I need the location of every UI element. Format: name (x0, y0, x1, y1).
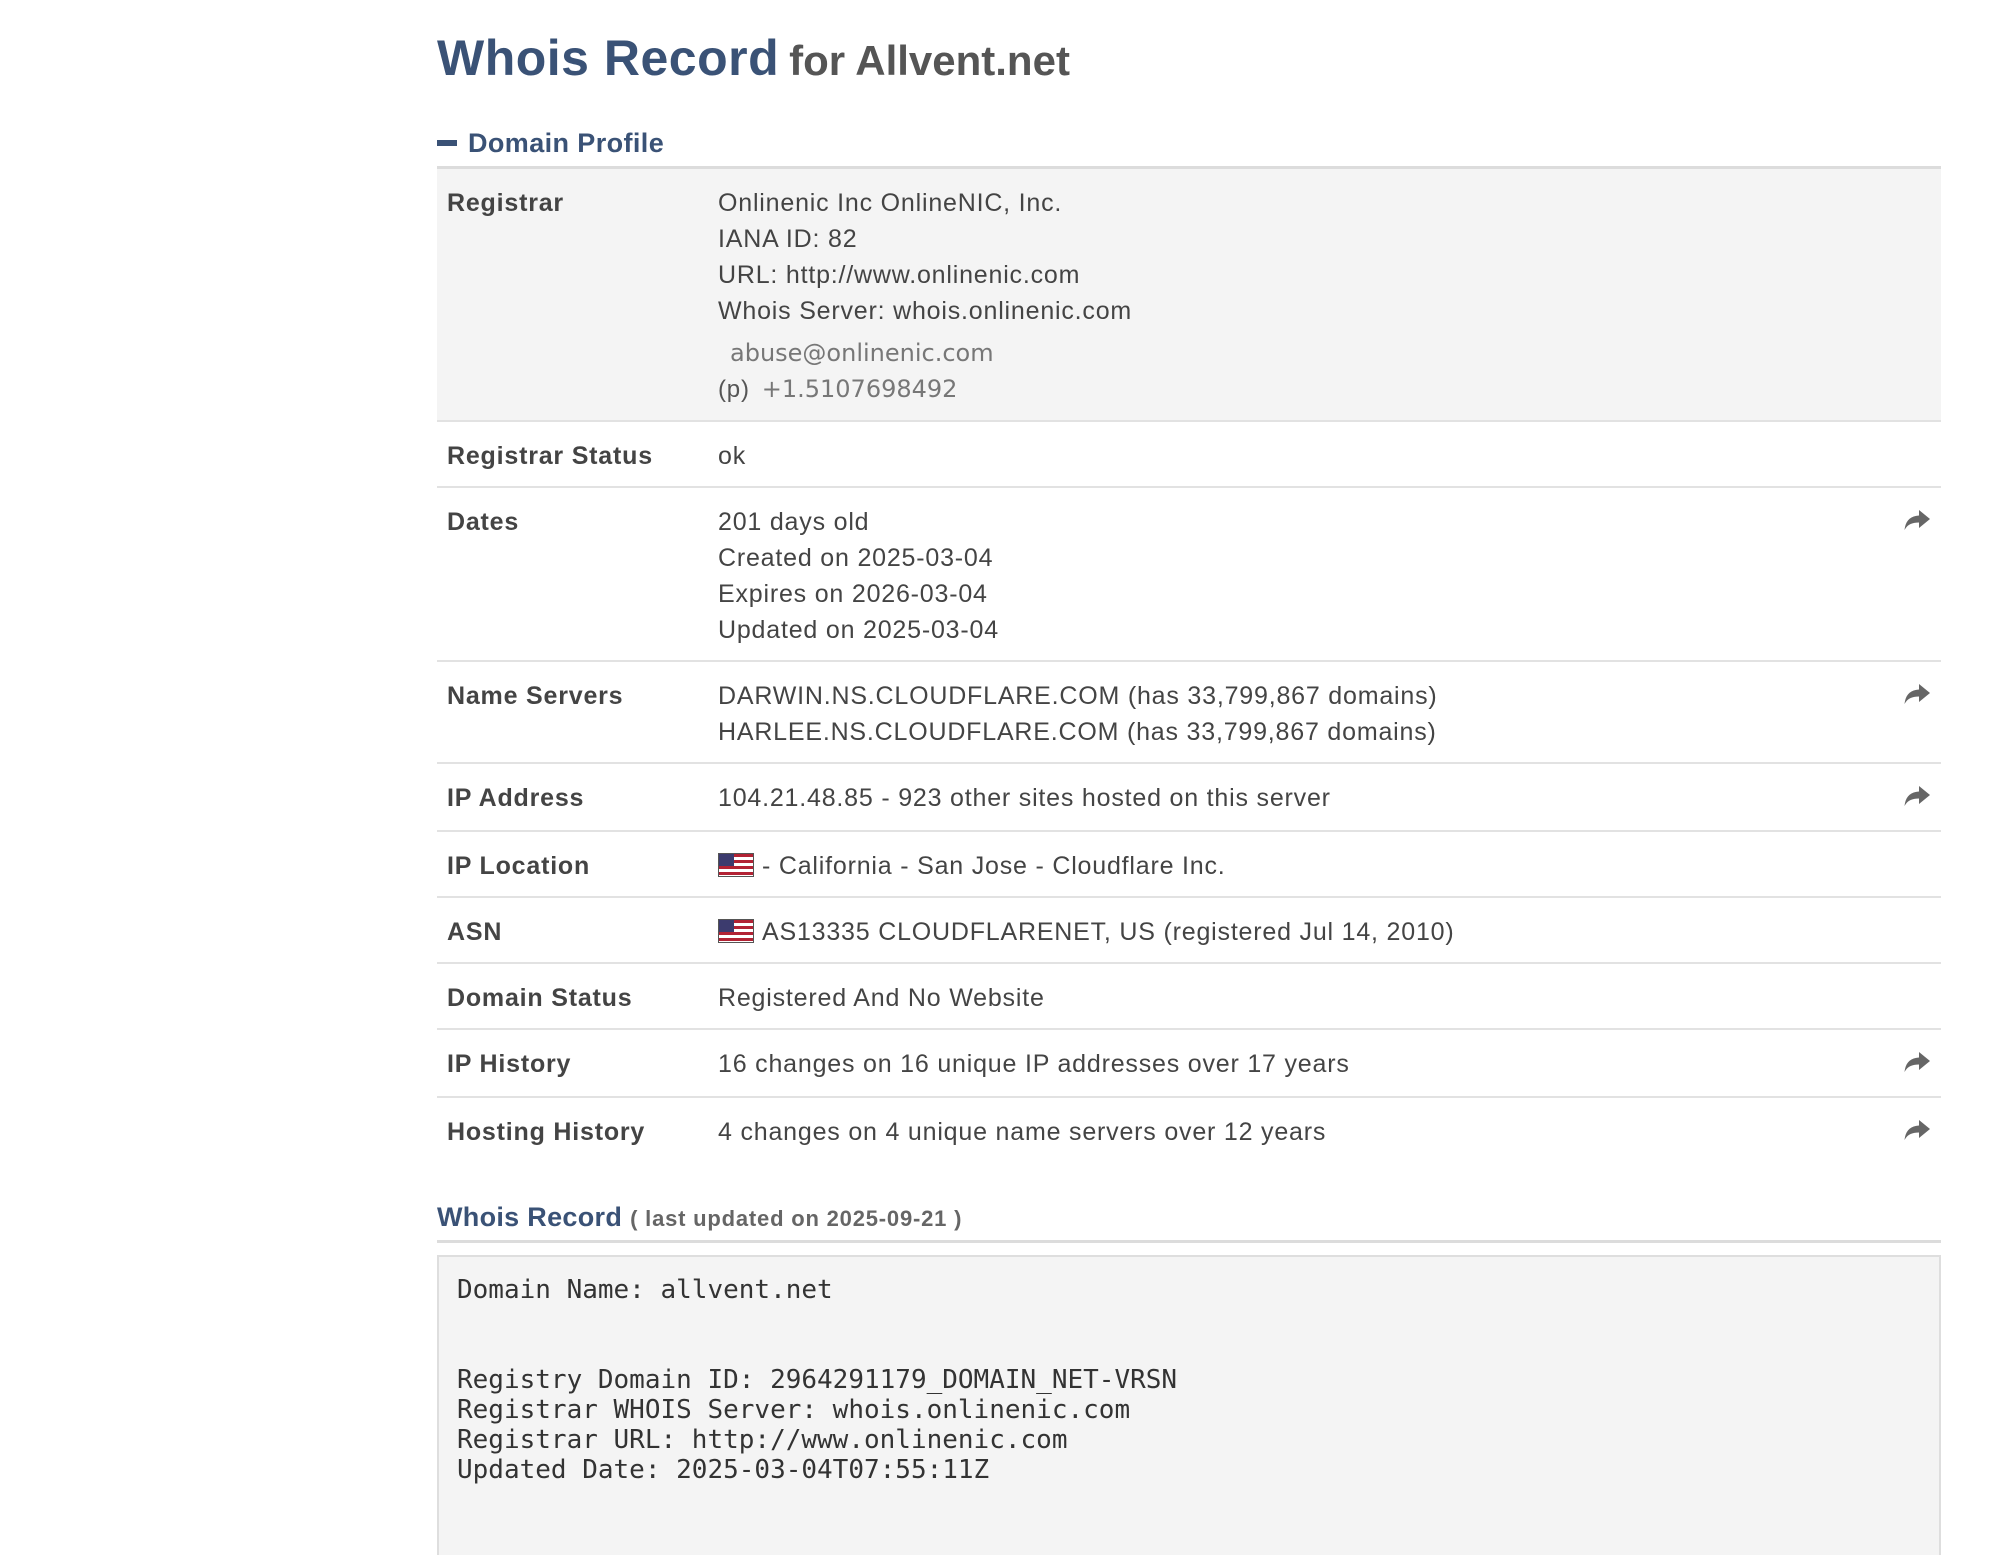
expires-date: Expires on 2026-03-04 (718, 580, 988, 608)
whois-line: Updated Date: 2025-03-04T07:55:11Z (457, 1455, 990, 1485)
ip-history-value: 16 changes on 16 unique IP addresses ove… (718, 1050, 1350, 1078)
hosting-history-value: 4 changes on 4 unique name servers over … (718, 1118, 1327, 1146)
ip-location-label: IP Location (447, 852, 591, 880)
domain-profile-table: Registrar Onlinenic Inc OnlineNIC, Inc. … (437, 169, 1941, 1164)
registrar-value: Onlinenic Inc OnlineNIC, Inc. IANA ID: 8… (708, 169, 1881, 421)
name-server-1: DARWIN.NS.CLOUDFLARE.COM (has 33,799,867… (718, 682, 1438, 710)
name-server-2: HARLEE.NS.CLOUDFLARE.COM (has 33,799,867… (718, 718, 1437, 746)
name-servers-label: Name Servers (447, 682, 624, 710)
whois-record-heading: Whois Record ( last updated on 2025-09-2… (437, 1194, 1941, 1240)
whois-record-updated: ( last updated on 2025-09-21 ) (630, 1206, 963, 1231)
domain-status-label: Domain Status (447, 984, 633, 1012)
asn-value: AS13335 CLOUDFLARENET, US (registered Ju… (708, 897, 1881, 963)
phone-prefix: (p) (718, 376, 750, 403)
registrar-email: abuse@onlinenic.com (730, 339, 994, 367)
updated-date: Updated on 2025-03-04 (718, 616, 999, 644)
share-arrow-icon[interactable] (1903, 508, 1931, 532)
whois-record-text: Domain Name: allvent.net Registry Domain… (457, 1275, 1921, 1485)
domain-profile-heading-label: Domain Profile (468, 128, 665, 158)
whois-line: Domain Name: allvent.net (457, 1275, 833, 1305)
name-servers-row: Name Servers DARWIN.NS.CLOUDFLARE.COM (h… (437, 661, 1941, 763)
registrar-iana-id: IANA ID: 82 (718, 225, 858, 253)
registrar-whois-server: Whois Server: whois.onlinenic.com (718, 297, 1133, 325)
ip-history-row: IP History 16 changes on 16 unique IP ad… (437, 1029, 1941, 1097)
share-arrow-icon[interactable] (1903, 784, 1931, 808)
ip-location-text: - California - San Jose - Cloudflare Inc… (762, 852, 1226, 880)
ip-address-value: 104.21.48.85 - 923 other sites hosted on… (718, 784, 1331, 812)
registrar-phone: +1.5107698492 (761, 375, 958, 403)
created-date: Created on 2025-03-04 (718, 544, 994, 572)
asn-row: ASN AS13335 CLOUDFLARENET, US (registere… (437, 897, 1941, 963)
dates-value: 201 days old Created on 2025-03-04 Expir… (708, 487, 1881, 661)
page-title: Whois Record for Allvent.net (437, 0, 1941, 106)
ip-location-value: - California - San Jose - Cloudflare Inc… (708, 831, 1881, 897)
name-servers-value: DARWIN.NS.CLOUDFLARE.COM (has 33,799,867… (708, 661, 1881, 763)
hosting-history-label: Hosting History (447, 1118, 646, 1146)
asn-label: ASN (447, 918, 503, 946)
domain-status-row: Domain Status Registered And No Website (437, 963, 1941, 1029)
share-arrow-icon[interactable] (1903, 682, 1931, 706)
minus-icon[interactable] (437, 140, 457, 146)
us-flag-icon (718, 919, 754, 943)
whois-line: Registrar URL: http://www.onlinenic.com (457, 1425, 1068, 1455)
share-arrow-icon[interactable] (1903, 1118, 1931, 1142)
whois-record-title[interactable]: Whois Record (437, 1194, 622, 1240)
registrar-status-value: ok (718, 442, 747, 470)
domain-status-value: Registered And No Website (718, 984, 1045, 1012)
ip-address-row: IP Address 104.21.48.85 - 923 other site… (437, 763, 1941, 831)
domain-age: 201 days old (718, 508, 870, 536)
registrar-phone-line: (p) +1.5107698492 (718, 371, 1871, 408)
dates-row: Dates 201 days old Created on 2025-03-04… (437, 487, 1941, 661)
registrar-url: URL: http://www.onlinenic.com (718, 261, 1081, 289)
dates-label: Dates (447, 508, 520, 536)
page-title-main: Whois Record (437, 30, 780, 86)
hosting-history-row: Hosting History 4 changes on 4 unique na… (437, 1097, 1941, 1164)
whois-line: Registry Domain ID: 2964291179_DOMAIN_NE… (457, 1365, 1178, 1395)
asn-text: AS13335 CLOUDFLARENET, US (registered Ju… (762, 918, 1455, 946)
us-flag-icon (718, 853, 754, 877)
ip-address-label: IP Address (447, 784, 585, 812)
registrar-name: Onlinenic Inc OnlineNIC, Inc. (718, 189, 1063, 217)
registrar-status-row: Registrar Status ok (437, 421, 1941, 487)
whois-line: Registrar WHOIS Server: whois.onlinenic.… (457, 1395, 1131, 1425)
domain-profile-heading[interactable]: Domain Profile (437, 120, 1941, 166)
whois-record-box: Domain Name: allvent.net Registry Domain… (437, 1255, 1941, 1555)
registrar-status-label: Registrar Status (447, 442, 653, 470)
page-title-domain: for Allvent.net (789, 37, 1070, 84)
share-arrow-icon[interactable] (1903, 1050, 1931, 1074)
registrar-row: Registrar Onlinenic Inc OnlineNIC, Inc. … (437, 169, 1941, 421)
main-container: Whois Record for Allvent.net Domain Profi… (437, 0, 1941, 1555)
registrar-label: Registrar (447, 189, 564, 217)
ip-location-row: IP Location - California - San Jose - Cl… (437, 831, 1941, 897)
ip-history-label: IP History (447, 1050, 572, 1078)
